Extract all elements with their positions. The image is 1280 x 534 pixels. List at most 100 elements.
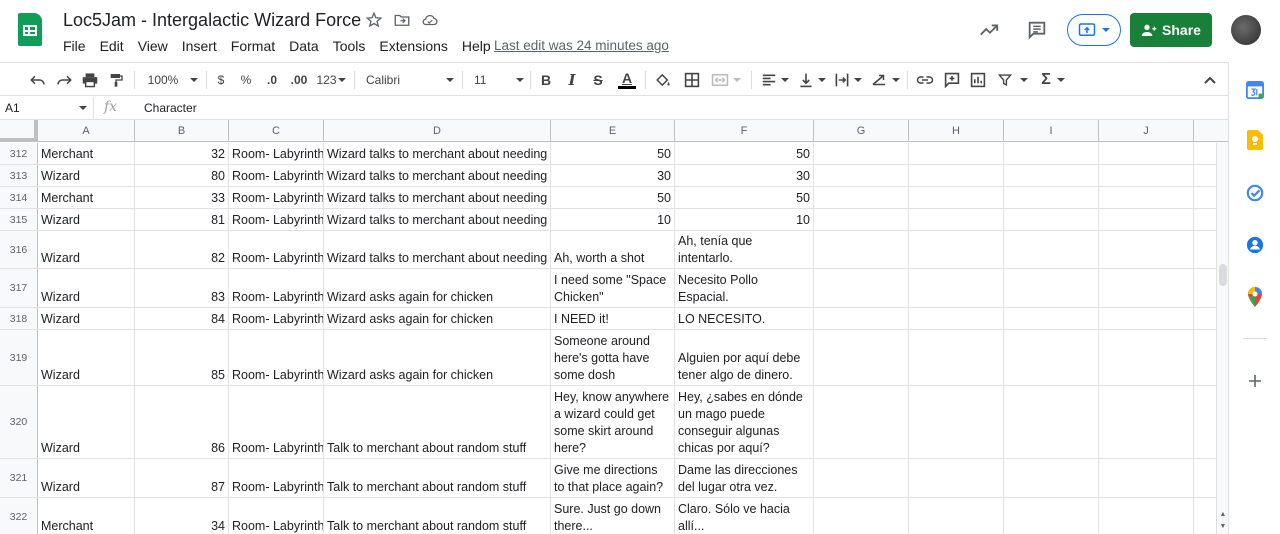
decrease-decimal-button[interactable]: .0 (262, 69, 282, 91)
menu-format[interactable]: Format (224, 36, 282, 56)
cell-j[interactable] (1099, 143, 1194, 164)
cell-j[interactable] (1099, 330, 1194, 385)
borders-icon[interactable] (682, 69, 702, 91)
font-size-select[interactable]: 11 (474, 69, 524, 91)
column-header-g[interactable]: G (814, 120, 909, 142)
cell-a[interactable]: Merchant (38, 143, 135, 164)
cell-c[interactable]: Room- Labyrinth (229, 269, 324, 307)
cell-a[interactable]: Wizard (38, 269, 135, 307)
row-header[interactable]: 315 (0, 209, 38, 230)
cell-c[interactable]: Room- Labyrinth (229, 187, 324, 208)
cell-e[interactable]: 50 (551, 187, 675, 208)
cell-h[interactable] (909, 187, 1004, 208)
column-header-c[interactable]: C (229, 120, 324, 142)
cell-j[interactable] (1099, 209, 1194, 230)
cell-i[interactable] (1004, 209, 1099, 230)
column-header-i[interactable]: I (1004, 120, 1099, 142)
present-button[interactable] (1067, 14, 1121, 46)
menu-edit[interactable]: Edit (93, 36, 131, 56)
cell-d[interactable]: Talk to merchant about random stuff (324, 498, 551, 534)
scroll-down-icon[interactable]: ▼ (1219, 523, 1227, 531)
cell-f[interactable]: Alguien por aquí debe tener algo de diner… (675, 330, 814, 385)
cell-f[interactable]: LO NECESITO. (675, 308, 814, 329)
more-formats-select[interactable]: 123 (315, 69, 347, 91)
row-header[interactable]: 317 (0, 269, 38, 307)
cell-a[interactable]: Wizard (38, 165, 135, 186)
cell-i[interactable] (1004, 187, 1099, 208)
menu-extensions[interactable]: Extensions (372, 36, 454, 56)
cell-i[interactable] (1004, 269, 1099, 307)
cell-a[interactable]: Wizard (38, 459, 135, 497)
cell-c[interactable]: Room- Labyrinth (229, 459, 324, 497)
cell-h[interactable] (909, 330, 1004, 385)
document-title[interactable]: Loc5Jam - Intergalactic Wizard Force (63, 10, 361, 31)
cell-j[interactable] (1099, 386, 1194, 458)
select-all-corner[interactable] (0, 120, 38, 142)
cell-f[interactable]: Hey, ¿sabes en dónde un mago puede consegu… (675, 386, 814, 458)
print-icon[interactable] (80, 69, 100, 91)
add-addon-icon[interactable] (1245, 371, 1265, 391)
cell-j[interactable] (1099, 165, 1194, 186)
cell-g[interactable] (814, 498, 909, 534)
scrollbar-thumb[interactable] (1219, 264, 1227, 286)
cell-f[interactable]: Necesito Pollo Espacial. (675, 269, 814, 307)
cell-g[interactable] (814, 330, 909, 385)
star-icon[interactable] (364, 10, 384, 30)
cell-c[interactable]: Room- Labyrinth (229, 498, 324, 534)
cell-j[interactable] (1099, 308, 1194, 329)
cell-h[interactable] (909, 143, 1004, 164)
paint-format-icon[interactable] (106, 69, 126, 91)
filter-icon[interactable] (996, 69, 1030, 91)
row-header[interactable]: 321 (0, 459, 38, 497)
maps-icon[interactable] (1245, 287, 1265, 307)
cell-g[interactable] (814, 165, 909, 186)
column-header-j[interactable]: J (1099, 120, 1194, 142)
row-header[interactable]: 316 (0, 231, 38, 268)
horizontal-align-icon[interactable] (760, 69, 790, 91)
cell-h[interactable] (909, 459, 1004, 497)
cell-g[interactable] (814, 459, 909, 497)
cell-a[interactable]: Wizard (38, 330, 135, 385)
cell-e[interactable]: Someone around here's gotta have some dosh (551, 330, 675, 385)
cell-j[interactable] (1099, 269, 1194, 307)
vertical-scrollbar[interactable]: ▲ ▼ (1216, 143, 1228, 534)
italic-button[interactable]: I (564, 69, 580, 91)
cell-a[interactable]: Wizard (38, 386, 135, 458)
cell-e[interactable]: 10 (551, 209, 675, 230)
fill-color-icon[interactable] (653, 69, 673, 91)
comments-icon[interactable] (1025, 18, 1049, 42)
cell-b[interactable]: 85 (135, 330, 229, 385)
cell-f[interactable]: 50 (675, 143, 814, 164)
cell-j[interactable] (1099, 459, 1194, 497)
row-header[interactable]: 322 (0, 498, 38, 534)
cell-i[interactable] (1004, 386, 1099, 458)
cloud-saved-icon[interactable] (420, 10, 440, 30)
cell-g[interactable] (814, 209, 909, 230)
insert-chart-icon[interactable] (968, 69, 988, 91)
redo-icon[interactable] (54, 69, 74, 91)
text-wrapping-icon[interactable] (832, 69, 864, 91)
cell-f[interactable]: 10 (675, 209, 814, 230)
cell-j[interactable] (1099, 231, 1194, 268)
row-header[interactable]: 320 (0, 386, 38, 458)
cell-a[interactable]: Wizard (38, 231, 135, 268)
cell-i[interactable] (1004, 498, 1099, 534)
column-header-a[interactable]: A (38, 120, 135, 142)
font-family-select[interactable]: Calibri (366, 69, 454, 91)
cell-b[interactable]: 32 (135, 143, 229, 164)
row-header[interactable]: 313 (0, 165, 38, 186)
cell-c[interactable]: Room- Labyrinth (229, 165, 324, 186)
cell-f[interactable]: Dame las direcciones del lugar otra vez. (675, 459, 814, 497)
column-header-h[interactable]: H (909, 120, 1004, 142)
contacts-icon[interactable] (1245, 235, 1265, 255)
text-rotation-icon[interactable] (869, 69, 901, 91)
insert-comment-icon[interactable] (942, 69, 962, 91)
sheets-logo-icon[interactable] (18, 13, 42, 46)
menu-tools[interactable]: Tools (326, 36, 373, 56)
cell-e[interactable]: I need some "Space Chicken" (551, 269, 675, 307)
cell-b[interactable]: 84 (135, 308, 229, 329)
menu-file[interactable]: File (56, 36, 93, 56)
menu-help[interactable]: Help (455, 36, 498, 56)
activity-trend-icon[interactable] (977, 18, 1001, 42)
cell-h[interactable] (909, 269, 1004, 307)
